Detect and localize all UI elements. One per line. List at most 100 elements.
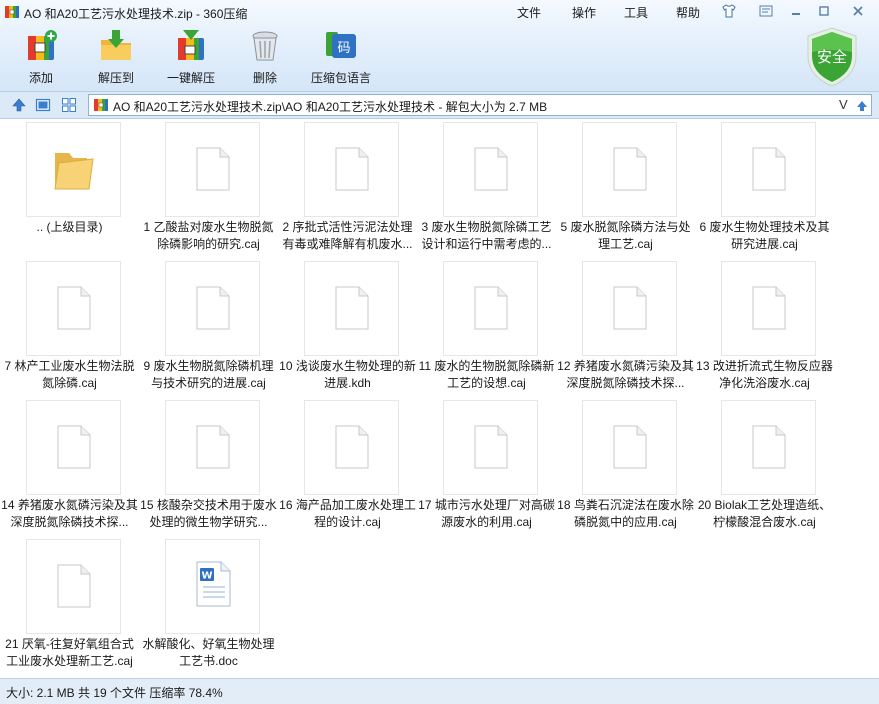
file-thumbnail xyxy=(26,122,121,217)
file-thumbnail xyxy=(443,122,538,217)
file-name: 2 序批式活性污泥法处理有毒或难降解有机废水... xyxy=(282,220,413,251)
up-arrow-icon[interactable] xyxy=(11,97,27,113)
file-name: 7 林产工业废水生物法脱氮除磷.caj xyxy=(4,359,135,390)
file-item[interactable]: 18 鸟粪石沉淀法在废水除磷脱氮中的应用.caj xyxy=(556,398,695,536)
menu-operate[interactable]: 操作 xyxy=(558,4,610,21)
top-band: AO 和A20工艺污水处理技术.zip - 360压缩 文件 操作 工具 帮助 xyxy=(0,0,879,92)
zip-archive-icon xyxy=(94,99,108,111)
document-icon xyxy=(474,147,508,191)
file-name: .. (上级目录) xyxy=(36,220,103,234)
archive-language-button[interactable]: 码 压缩包语言 xyxy=(308,28,374,88)
title-bar: AO 和A20工艺污水处理技术.zip - 360压缩 文件 操作 工具 帮助 xyxy=(0,0,879,24)
document-icon xyxy=(752,286,786,330)
add-archive-icon xyxy=(28,30,57,60)
file-name: 3 废水生物脱氮除磷工艺设计和运行中需考虑的... xyxy=(421,220,552,251)
menu-tools[interactable]: 工具 xyxy=(610,4,662,21)
file-thumbnail xyxy=(26,539,121,634)
file-name: 11 废水的生物脱氮除磷新工艺的设想.caj xyxy=(418,359,555,390)
quick-extract-icon xyxy=(178,30,204,60)
file-thumbnail xyxy=(443,400,538,495)
maximize-button[interactable] xyxy=(814,3,834,19)
quick-extract-button-label: 一键解压 xyxy=(166,71,215,85)
document-icon xyxy=(196,147,230,191)
file-item[interactable]: W 水解酸化、好氧生物处理工艺书.doc xyxy=(139,537,278,675)
document-icon xyxy=(196,425,230,469)
file-name: 13 改进折流式生物反应器净化洗浴废水.caj xyxy=(696,359,833,390)
file-item[interactable]: 9 废水生物脱氮除磷机理与技术研究的进展.caj xyxy=(139,259,278,397)
file-thumbnail xyxy=(582,122,677,217)
document-icon xyxy=(335,147,369,191)
file-item[interactable]: 10 浅谈废水生物处理的新进展.kdh xyxy=(278,259,417,397)
file-thumbnail: W xyxy=(165,539,260,634)
file-name: 14 养猪废水氮磷污染及其深度脱氮除磷技术探... xyxy=(1,498,138,529)
extract-to-button-label: 解压到 xyxy=(97,71,134,85)
document-icon xyxy=(613,286,647,330)
add-button-label: 添加 xyxy=(28,71,53,85)
file-thumbnail xyxy=(304,261,399,356)
menu-bar: 文件 操作 工具 帮助 xyxy=(500,4,714,21)
file-item[interactable]: 11 废水的生物脱氮除磷新工艺的设想.caj xyxy=(417,259,556,397)
security-label: 安全 xyxy=(817,48,847,66)
quick-extract-button[interactable]: 一键解压 xyxy=(164,28,218,88)
thumbnail-view-icon[interactable] xyxy=(61,97,77,113)
file-item[interactable]: 6 废水生物处理技术及其研究进展.caj xyxy=(695,120,834,258)
file-item[interactable]: 1 乙酸盐对废水生物脱氮除磷影响的研究.caj xyxy=(139,120,278,258)
file-item[interactable]: 17 城市污水处理厂对高碳源废水的利用.caj xyxy=(417,398,556,536)
file-item[interactable]: 12 养猪废水氮磷污染及其深度脱氮除磷技术探... xyxy=(556,259,695,397)
menu-help[interactable]: 帮助 xyxy=(662,4,714,21)
feedback-icon xyxy=(759,5,773,17)
security-shield-icon[interactable]: 安全 xyxy=(804,26,860,88)
file-item[interactable]: 16 海产品加工废水处理工程的设计.caj xyxy=(278,398,417,536)
menu-file[interactable]: 文件 xyxy=(500,4,558,21)
address-dropdown[interactable]: V xyxy=(839,97,848,112)
document-icon xyxy=(57,425,91,469)
extract-folder-icon xyxy=(101,30,131,60)
file-item[interactable]: 20 Biolak工艺处理造纸、柠檬酸混合废水.caj xyxy=(695,398,834,536)
address-path: AO 和A20工艺污水处理技术.zip\AO 和A20工艺污水处理技术 - 解包… xyxy=(113,100,548,114)
word-doc-icon: W xyxy=(196,561,231,607)
folder-icon xyxy=(54,153,94,190)
file-item[interactable]: 5 废水脱氮除磷方法与处理工艺.caj xyxy=(556,120,695,258)
file-name: 5 废水脱氮除磷方法与处理工艺.caj xyxy=(560,220,691,251)
file-item[interactable]: 13 改进折流式生物反应器净化洗浴废水.caj xyxy=(695,259,834,397)
language-icon: 码 xyxy=(326,32,356,58)
file-name: 1 乙酸盐对废水生物脱氮除磷影响的研究.caj xyxy=(143,220,274,251)
window-title: AO 和A20工艺污水处理技术.zip - 360压缩 xyxy=(24,7,248,21)
up-folder-icon[interactable] xyxy=(855,99,869,113)
close-button[interactable] xyxy=(848,3,868,19)
delete-button[interactable]: 删除 xyxy=(243,28,287,88)
close-icon xyxy=(853,6,863,16)
document-icon xyxy=(474,286,508,330)
extract-to-button[interactable]: 解压到 xyxy=(91,28,141,88)
file-thumbnail xyxy=(26,400,121,495)
file-thumbnail xyxy=(721,122,816,217)
skin-shirt-icon[interactable] xyxy=(722,4,736,18)
detail-view-icon[interactable] xyxy=(35,97,51,113)
file-thumbnail xyxy=(165,261,260,356)
minimize-button[interactable] xyxy=(786,3,806,19)
file-item[interactable]: 15 核酸杂交技术用于废水处理的微生物学研究... xyxy=(139,398,278,536)
file-thumbnail xyxy=(165,400,260,495)
document-icon xyxy=(613,147,647,191)
file-name: 6 废水生物处理技术及其研究进展.caj xyxy=(699,220,830,251)
file-item[interactable]: 7 林产工业废水生物法脱氮除磷.caj xyxy=(0,259,139,397)
document-icon xyxy=(613,425,647,469)
file-list: .. (上级目录) 1 乙酸盐对废水生物脱氮除磷影响的研究.caj 2 序批式活性污… xyxy=(0,120,879,678)
file-thumbnail xyxy=(26,261,121,356)
file-thumbnail xyxy=(165,122,260,217)
file-name: 水解酸化、好氧生物处理工艺书.doc xyxy=(142,637,275,668)
maximize-icon xyxy=(819,6,829,16)
document-icon xyxy=(196,286,230,330)
file-thumbnail xyxy=(721,400,816,495)
file-item[interactable]: 21 厌氧-往复好氧组合式工业废水处理新工艺.caj xyxy=(0,537,139,675)
document-icon xyxy=(57,564,91,608)
file-item[interactable]: 14 养猪废水氮磷污染及其深度脱氮除磷技术探... xyxy=(0,398,139,536)
file-item[interactable]: 2 序批式活性污泥法处理有毒或难降解有机废水... xyxy=(278,120,417,258)
parent-directory-item[interactable]: .. (上级目录) xyxy=(0,120,139,258)
address-bar[interactable]: AO 和A20工艺污水处理技术.zip\AO 和A20工艺污水处理技术 - 解包… xyxy=(88,94,872,116)
file-name: 10 浅谈废水生物处理的新进展.kdh xyxy=(279,359,416,390)
add-button[interactable]: 添加 xyxy=(16,28,66,88)
feedback-button[interactable] xyxy=(756,3,776,19)
document-icon xyxy=(335,425,369,469)
file-item[interactable]: 3 废水生物脱氮除磷工艺设计和运行中需考虑的... xyxy=(417,120,556,258)
